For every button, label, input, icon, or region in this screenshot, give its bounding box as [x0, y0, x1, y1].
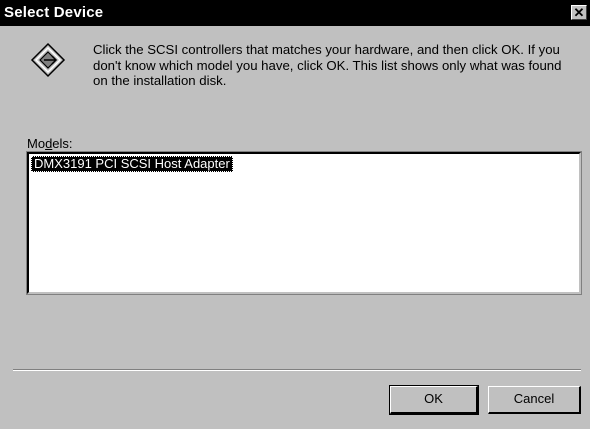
list-item[interactable]: DMX3191 PCI SCSI Host Adapter — [31, 156, 233, 172]
models-label: Models: — [27, 136, 73, 151]
models-listbox[interactable]: DMX3191 PCI SCSI Host Adapter — [26, 151, 582, 295]
ok-button[interactable]: OK — [389, 385, 479, 415]
disk-install-icon — [30, 42, 66, 78]
cancel-button[interactable]: Cancel — [488, 386, 581, 414]
instruction-text: Click the SCSI controllers that matches … — [93, 42, 562, 88]
title-bar[interactable]: Select Device ✕ — [0, 0, 590, 26]
divider — [13, 369, 581, 371]
select-device-dialog: Select Device ✕ Click the SCSI controlle… — [0, 0, 590, 429]
window-title: Select Device — [4, 4, 104, 21]
close-icon: ✕ — [573, 5, 585, 20]
close-button[interactable]: ✕ — [571, 5, 587, 20]
